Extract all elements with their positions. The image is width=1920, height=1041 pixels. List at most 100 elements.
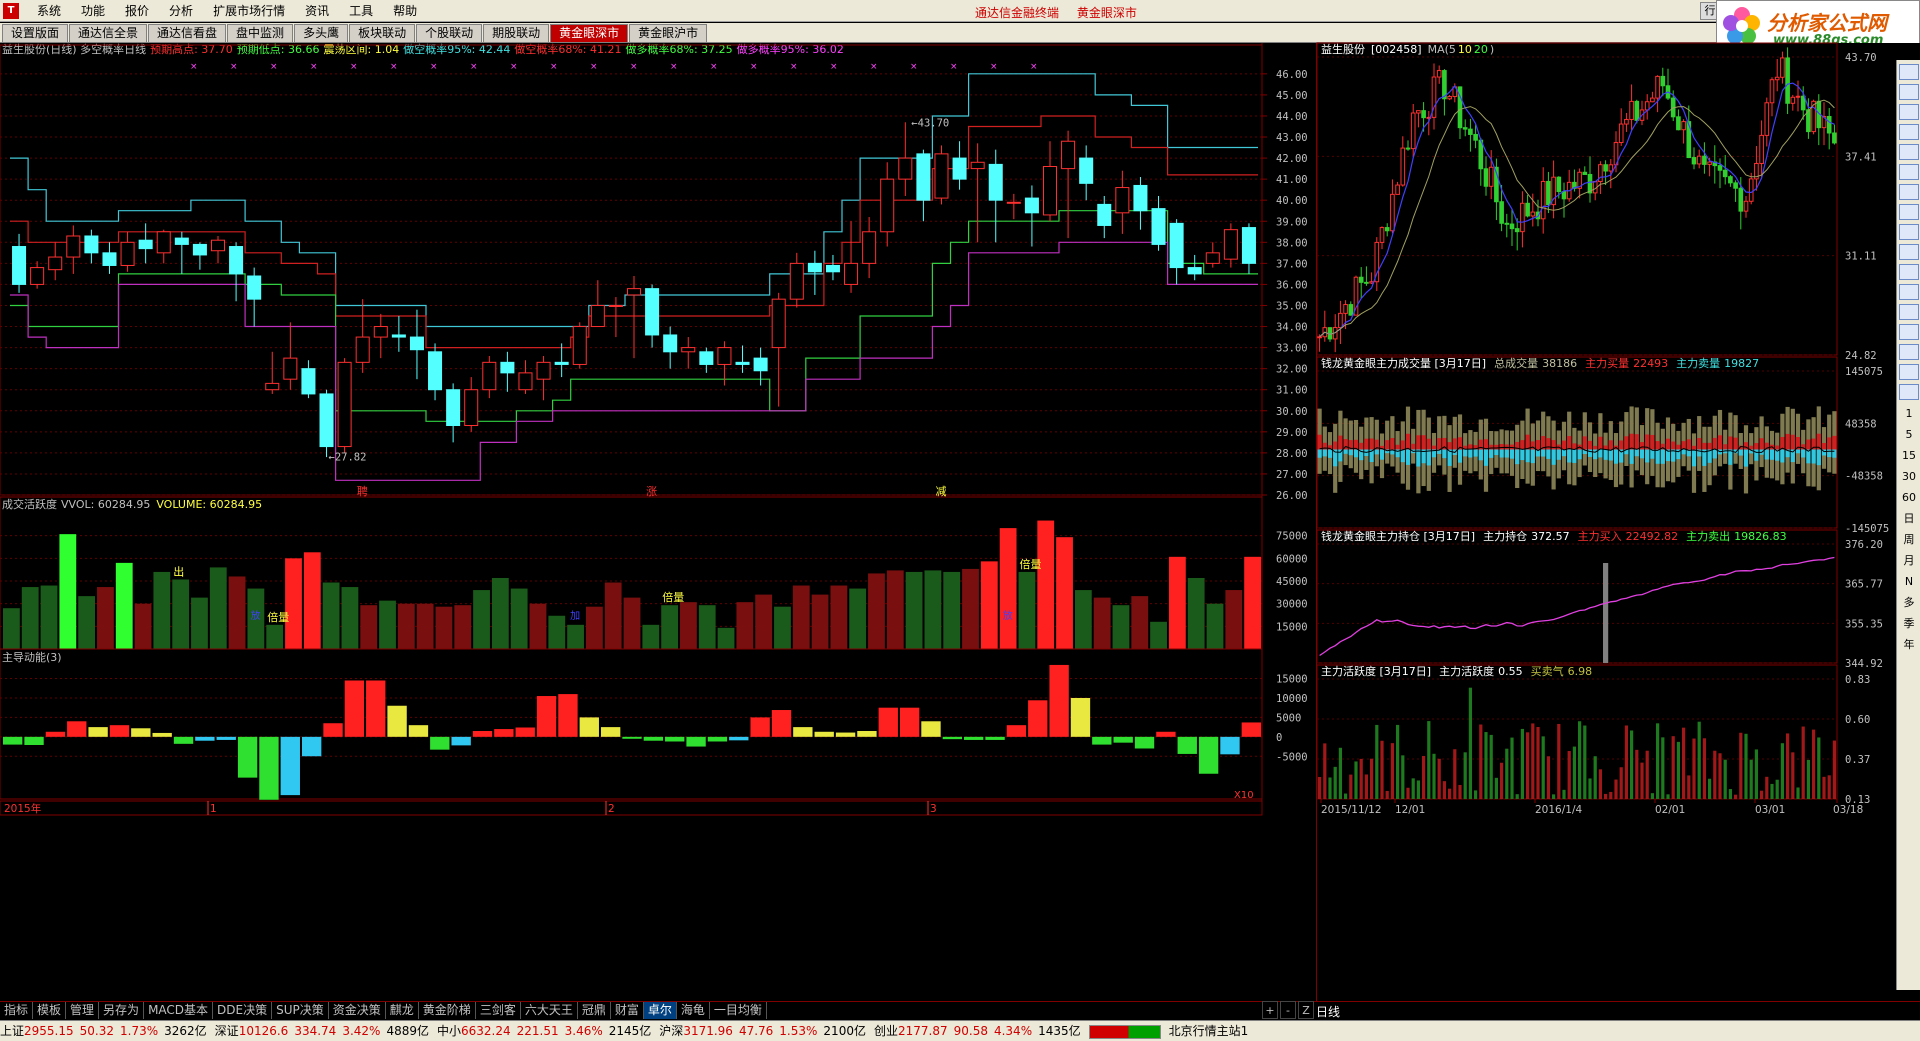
vol-sell-bar[interactable]: [1634, 449, 1639, 457]
menu-item-1[interactable]: 功能: [71, 3, 115, 19]
momentum-bar[interactable]: [878, 707, 898, 737]
vol-buy-bar[interactable]: [1671, 441, 1676, 450]
mini-candle-body[interactable]: [1483, 168, 1489, 187]
candle-body[interactable]: [301, 368, 316, 395]
mini-candle-body[interactable]: [1676, 116, 1681, 131]
candle-body[interactable]: [590, 304, 605, 328]
vol-sell-bar[interactable]: [1515, 449, 1520, 465]
momentum-bar[interactable]: [216, 736, 236, 740]
volume-bar[interactable]: [473, 590, 490, 649]
mini-candle-body[interactable]: [1473, 133, 1478, 141]
right-charts-svg[interactable]: 43.70 37.41 31.11 24.82 145075 48358 -48358 -14…: [1316, 42, 1920, 1004]
momentum-bar[interactable]: [899, 707, 920, 737]
vol-buy-bar[interactable]: [1369, 438, 1374, 450]
volume-bar[interactable]: [999, 528, 1017, 649]
volume-bar[interactable]: [980, 561, 998, 649]
momentum-bar[interactable]: [344, 680, 365, 737]
volume-bar[interactable]: [886, 570, 904, 649]
mini-candle-body[interactable]: [1624, 118, 1629, 125]
indicator-tab-5[interactable]: DDE决策: [213, 1002, 273, 1019]
momentum-bar[interactable]: [1006, 725, 1027, 737]
volume-bar[interactable]: [21, 587, 39, 649]
activity-bar[interactable]: [1713, 750, 1717, 799]
vol-buy-bar[interactable]: [1676, 444, 1681, 450]
activity-bar[interactable]: [1822, 776, 1826, 799]
candle-body[interactable]: [1079, 157, 1094, 184]
vol-buy-bar[interactable]: [1827, 437, 1832, 450]
activity-bar[interactable]: [1385, 790, 1389, 799]
volume-bar[interactable]: [1206, 603, 1224, 649]
vol-sell-bar[interactable]: [1442, 449, 1447, 459]
candle-body[interactable]: [1006, 201, 1021, 204]
activity-bar[interactable]: [1676, 741, 1680, 799]
info-icon[interactable]: [1899, 204, 1919, 220]
mini-candle-body[interactable]: [1759, 134, 1764, 164]
momentum-bar[interactable]: [1241, 722, 1261, 737]
volume-bar[interactable]: [642, 624, 660, 649]
vol-buy-bar[interactable]: [1411, 443, 1416, 450]
vol-sell-bar[interactable]: [1416, 449, 1421, 467]
momentum-bar[interactable]: [259, 736, 279, 800]
momentum-bar[interactable]: [173, 736, 194, 744]
activity-bar[interactable]: [1614, 779, 1618, 799]
trend-icon[interactable]: [1899, 164, 1919, 180]
vol-buy-bar[interactable]: [1546, 438, 1551, 450]
stats-icon[interactable]: [1899, 324, 1919, 340]
candle-body[interactable]: [753, 357, 768, 372]
candle-body[interactable]: [970, 161, 985, 170]
vol-sell-bar[interactable]: [1379, 449, 1385, 460]
vol-buy-bar[interactable]: [1561, 440, 1567, 450]
momentum-bar[interactable]: [1113, 736, 1133, 743]
momentum-bar[interactable]: [109, 725, 130, 737]
momentum-bar[interactable]: [857, 731, 877, 737]
activity-bar[interactable]: [1578, 721, 1582, 799]
vol-sell-bar[interactable]: [1530, 449, 1535, 464]
list-icon[interactable]: [1899, 144, 1919, 160]
vol-buy-bar[interactable]: [1712, 437, 1717, 450]
indicator-tab-1[interactable]: 模板: [33, 1002, 67, 1019]
vol-sell-bar[interactable]: [1494, 449, 1499, 456]
volume-bar[interactable]: [774, 606, 791, 649]
volume-bar[interactable]: [360, 605, 378, 649]
volume-bar[interactable]: [661, 605, 679, 649]
momentum-bar[interactable]: [1134, 736, 1155, 749]
momentum-bar[interactable]: [750, 717, 770, 737]
volume-bar[interactable]: [1074, 590, 1092, 649]
candle-body[interactable]: [102, 252, 117, 266]
chart-icon[interactable]: [1899, 64, 1919, 80]
vol-buy-bar[interactable]: [1821, 443, 1827, 450]
activity-bar[interactable]: [1598, 769, 1602, 799]
bars-icon[interactable]: [1899, 344, 1919, 360]
cycle-icon[interactable]: [1899, 284, 1919, 300]
momentum-bar[interactable]: [686, 736, 706, 747]
vol-buy-bar[interactable]: [1697, 438, 1702, 450]
mini-candle-body[interactable]: [1618, 123, 1624, 144]
index-name-2[interactable]: 中小: [437, 1024, 461, 1038]
mini-candle-body[interactable]: [1826, 115, 1832, 134]
candle-body[interactable]: [1223, 229, 1238, 260]
activity-bar[interactable]: [1645, 750, 1649, 799]
activity-bar[interactable]: [1541, 736, 1545, 799]
vol-sell-bar[interactable]: [1400, 449, 1405, 463]
mini-candle-body[interactable]: [1405, 147, 1411, 150]
vol-sell-bar[interactable]: [1743, 449, 1749, 467]
mini-candle-body[interactable]: [1379, 227, 1385, 243]
mini-candle-body[interactable]: [1410, 112, 1416, 150]
period-4[interactable]: 60: [1899, 487, 1919, 508]
candle-body[interactable]: [355, 336, 370, 363]
vol-buy-bar[interactable]: [1489, 444, 1494, 450]
volume-bar[interactable]: [905, 571, 923, 649]
vol-sell-bar[interactable]: [1650, 449, 1655, 459]
activity-bar[interactable]: [1557, 723, 1561, 799]
mini-candle-body[interactable]: [1478, 139, 1484, 170]
menu-item-5[interactable]: 资讯: [295, 3, 339, 19]
activity-bar[interactable]: [1702, 738, 1706, 799]
volume-bar[interactable]: [698, 605, 716, 649]
vol-buy-bar[interactable]: [1525, 434, 1530, 450]
mini-candle-body[interactable]: [1504, 222, 1510, 225]
volume-bar[interactable]: [153, 571, 171, 649]
mini-candle-body[interactable]: [1556, 176, 1562, 193]
activity-bar[interactable]: [1416, 780, 1420, 799]
vol-sell-bar[interactable]: [1608, 449, 1613, 461]
candle-body[interactable]: [428, 351, 443, 391]
